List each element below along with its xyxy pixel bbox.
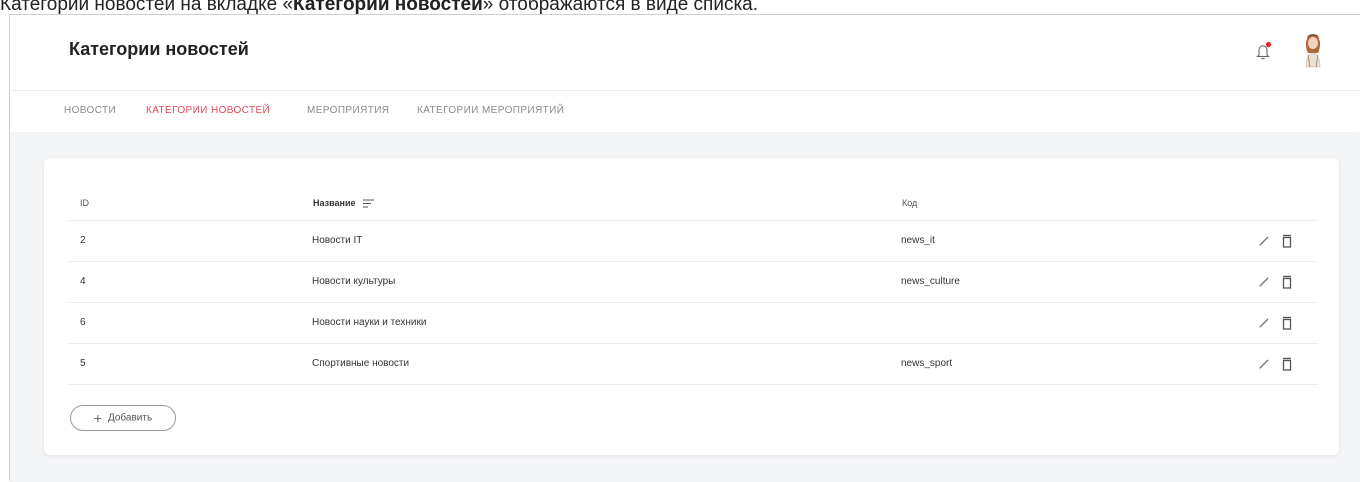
main-content: ID Название Код 2 Новости IT news_it 4 Н… [10, 133, 1360, 482]
plus-icon: + [93, 410, 102, 426]
cell-id: 4 [80, 276, 86, 287]
cell-code: news_culture [901, 276, 960, 287]
avatar[interactable] [1298, 31, 1328, 69]
edit-icon[interactable] [1256, 274, 1272, 290]
tab-events[interactable]: Мероприятия [307, 92, 389, 132]
delete-icon[interactable] [1279, 274, 1295, 290]
edit-icon[interactable] [1256, 233, 1272, 249]
app-window: Категории новостей Новости Категории нов… [9, 14, 1360, 482]
table-row[interactable]: 6 Новости науки и техники [68, 303, 1318, 344]
table-row[interactable]: 4 Новости культуры news_culture [68, 262, 1318, 303]
sort-icon[interactable] [363, 199, 376, 208]
edit-icon[interactable] [1256, 356, 1272, 372]
tab-news[interactable]: Новости [64, 92, 116, 132]
page-title: Категории новостей [69, 39, 249, 59]
bell-icon[interactable] [1253, 41, 1273, 61]
add-button[interactable]: + Добавить [70, 405, 176, 431]
delete-icon[interactable] [1279, 356, 1295, 372]
delete-icon[interactable] [1279, 233, 1295, 249]
column-header-name[interactable]: Название [313, 198, 376, 208]
tab-news-categories[interactable]: Категории новостей [146, 92, 270, 132]
cell-name: Новости науки и техники [312, 317, 427, 328]
column-header-id: ID [80, 198, 89, 208]
table-row[interactable]: 5 Спортивные новости news_sport [68, 344, 1318, 385]
column-header-code: Код [902, 198, 918, 208]
cell-id: 2 [80, 235, 86, 246]
tab-bar: Новости Категории новостей Мероприятия К… [10, 92, 1360, 132]
top-bar: Категории новостей [10, 15, 1360, 91]
cell-code: news_it [901, 235, 935, 246]
tab-event-categories[interactable]: Категории мероприятий [417, 92, 564, 132]
cell-id: 6 [80, 317, 86, 328]
delete-icon[interactable] [1279, 315, 1295, 331]
caption-suffix: » отображаются в виде списка. [482, 0, 759, 15]
column-header-name-label: Название [313, 198, 356, 208]
cell-code: news_sport [901, 358, 953, 369]
table-row[interactable]: 2 Новости IT news_it [68, 221, 1318, 262]
edit-icon[interactable] [1256, 315, 1272, 331]
caption-bold: Категории новостей [293, 0, 483, 15]
cell-id: 5 [80, 358, 86, 369]
table-header: ID Название Код [68, 186, 1318, 221]
notification-dot [1265, 41, 1272, 48]
add-button-label: Добавить [107, 412, 153, 424]
cell-name: Спортивные новости [312, 358, 410, 369]
categories-card: ID Название Код 2 Новости IT news_it 4 Н… [44, 158, 1339, 455]
cell-name: Новости культуры [312, 276, 396, 287]
cell-name: Новости IT [312, 235, 363, 246]
caption-prefix: Категории новостей на вкладке « [0, 0, 294, 15]
